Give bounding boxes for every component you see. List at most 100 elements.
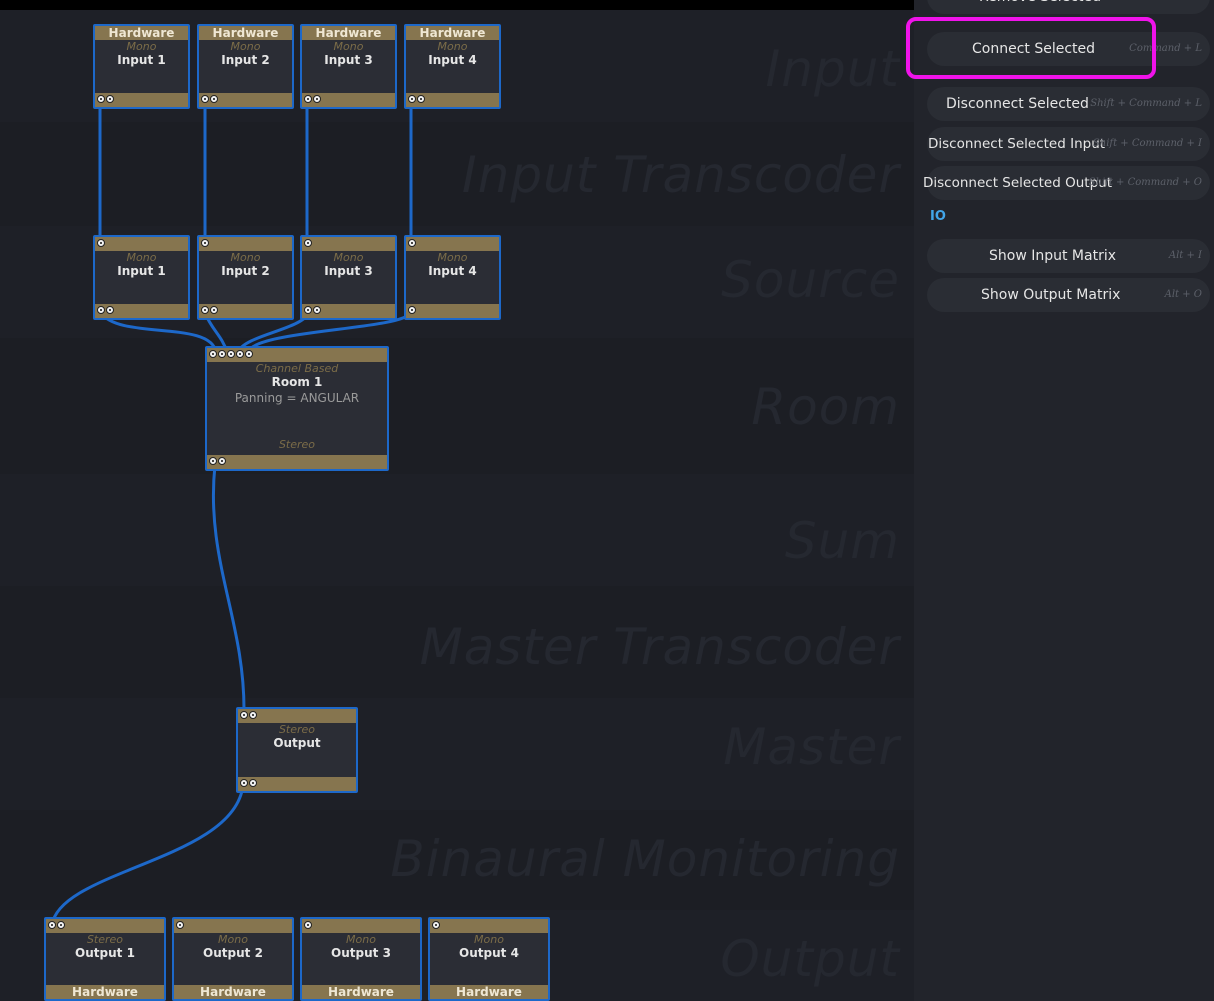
room-panning: Panning = ANGULAR bbox=[234, 391, 360, 405]
menu-shortcut: Shift + Command + L bbox=[1090, 98, 1202, 109]
room-node[interactable]: Channel Based Room 1 Panning = ANGULAR S… bbox=[205, 346, 389, 471]
output-pin[interactable] bbox=[313, 306, 321, 314]
node-footer: Hardware bbox=[430, 985, 548, 999]
output-pin[interactable] bbox=[313, 95, 321, 103]
node-footer bbox=[199, 304, 292, 318]
input-pin[interactable] bbox=[227, 350, 235, 358]
hardware-input-node-4[interactable]: Hardware Mono Input 4 bbox=[404, 24, 501, 109]
disconnect-selected-output-button[interactable]: Disconnect Selected Output Shift + Comma… bbox=[923, 166, 1210, 200]
menu-label: Disconnect Selected bbox=[946, 96, 1089, 112]
output-pin[interactable] bbox=[97, 95, 105, 103]
hardware-output-node-3[interactable]: Mono Output 3 Hardware bbox=[300, 917, 422, 1001]
menu-shortcut: Shift + Command + I bbox=[1092, 138, 1202, 149]
node-format: Mono bbox=[437, 251, 468, 264]
node-header: Hardware bbox=[406, 26, 499, 40]
menu-shortcut: Shift + Command + O bbox=[1088, 177, 1202, 188]
node-header bbox=[430, 919, 548, 933]
source-node-4[interactable]: Mono Input 4 bbox=[404, 235, 501, 320]
node-header bbox=[174, 919, 292, 933]
output-pin[interactable] bbox=[201, 95, 209, 103]
output-pin[interactable] bbox=[210, 95, 218, 103]
input-pin[interactable] bbox=[176, 921, 184, 929]
node-name: Output bbox=[273, 736, 321, 750]
menu-shortcut: Command + Delete bbox=[1103, 0, 1202, 14]
input-pin[interactable] bbox=[304, 239, 312, 247]
output-pin[interactable] bbox=[218, 457, 226, 465]
output-pin[interactable] bbox=[209, 457, 217, 465]
room-type: Channel Based bbox=[255, 362, 339, 375]
graph-canvas[interactable]: Input Input Transcoder Source Room Sum M… bbox=[0, 0, 914, 1001]
output-pin[interactable] bbox=[408, 306, 416, 314]
output-pin[interactable] bbox=[106, 95, 114, 103]
input-pin[interactable] bbox=[236, 350, 244, 358]
show-output-matrix-button[interactable]: Show Output Matrix Alt + O bbox=[927, 278, 1210, 312]
disconnect-selected-input-button[interactable]: Disconnect Selected Input Shift + Comman… bbox=[927, 127, 1210, 161]
node-footer bbox=[406, 93, 499, 107]
disconnect-selected-button[interactable]: Disconnect Selected Shift + Command + L bbox=[927, 87, 1210, 121]
menu-label: Remove Selected bbox=[979, 0, 1101, 14]
node-header: Hardware bbox=[95, 26, 188, 40]
output-pin[interactable] bbox=[210, 306, 218, 314]
master-output-node[interactable]: Stereo Output bbox=[236, 707, 358, 793]
node-footer bbox=[199, 93, 292, 107]
node-format: Mono bbox=[126, 251, 157, 264]
input-pin[interactable] bbox=[408, 239, 416, 247]
hardware-input-node-2[interactable]: Hardware Mono Input 2 bbox=[197, 24, 294, 109]
node-footer bbox=[302, 304, 395, 318]
menu-shortcut: Alt + I bbox=[1168, 250, 1202, 261]
output-pin[interactable] bbox=[249, 779, 257, 787]
hardware-input-node-3[interactable]: Hardware Mono Input 3 bbox=[300, 24, 397, 109]
input-pin[interactable] bbox=[245, 350, 253, 358]
node-header: Hardware bbox=[199, 26, 292, 40]
input-pin[interactable] bbox=[209, 350, 217, 358]
node-format: Mono bbox=[126, 40, 157, 53]
node-format: Stereo bbox=[278, 723, 316, 736]
output-pin[interactable] bbox=[408, 95, 416, 103]
node-name: Input 3 bbox=[324, 53, 373, 67]
hardware-input-node-1[interactable]: Hardware Mono Input 1 bbox=[93, 24, 190, 109]
input-pin[interactable] bbox=[240, 711, 248, 719]
show-input-matrix-button[interactable]: Show Input Matrix Alt + I bbox=[927, 239, 1210, 273]
node-header bbox=[207, 348, 387, 362]
node-name: Input 4 bbox=[428, 53, 477, 67]
node-header bbox=[406, 237, 499, 251]
node-format: Stereo bbox=[86, 933, 124, 946]
hardware-output-node-1[interactable]: Stereo Output 1 Hardware bbox=[44, 917, 166, 1001]
node-name: Input 2 bbox=[221, 53, 270, 67]
output-pin[interactable] bbox=[304, 95, 312, 103]
menu-label: Disconnect Selected Input bbox=[928, 136, 1106, 152]
node-footer: Hardware bbox=[174, 985, 292, 999]
connect-selected-button[interactable]: Connect Selected Command + L bbox=[927, 32, 1210, 66]
node-name: Input 1 bbox=[117, 264, 166, 278]
input-pin[interactable] bbox=[97, 239, 105, 247]
node-format: Mono bbox=[333, 40, 364, 53]
input-pin[interactable] bbox=[304, 921, 312, 929]
input-pin[interactable] bbox=[57, 921, 65, 929]
node-header bbox=[46, 919, 164, 933]
node-format: Mono bbox=[437, 40, 468, 53]
input-pin[interactable] bbox=[432, 921, 440, 929]
input-pin[interactable] bbox=[249, 711, 257, 719]
output-pin[interactable] bbox=[304, 306, 312, 314]
hardware-output-node-4[interactable]: Mono Output 4 Hardware bbox=[428, 917, 550, 1001]
output-pin[interactable] bbox=[97, 306, 105, 314]
remove-selected-button[interactable]: Remove Selected Command + Delete bbox=[927, 0, 1210, 14]
node-name: Input 2 bbox=[221, 264, 270, 278]
hardware-output-node-2[interactable]: Mono Output 2 Hardware bbox=[172, 917, 294, 1001]
menu-shortcut: Alt + O bbox=[1164, 289, 1202, 300]
node-footer: Hardware bbox=[46, 985, 164, 999]
input-pin[interactable] bbox=[48, 921, 56, 929]
node-name: Input 3 bbox=[324, 264, 373, 278]
input-pin[interactable] bbox=[218, 350, 226, 358]
source-node-2[interactable]: Mono Input 2 bbox=[197, 235, 294, 320]
output-pin[interactable] bbox=[201, 306, 209, 314]
connection-wires bbox=[50, 104, 413, 926]
source-node-3[interactable]: Mono Input 3 bbox=[300, 235, 397, 320]
output-pin[interactable] bbox=[417, 95, 425, 103]
output-pin[interactable] bbox=[106, 306, 114, 314]
source-node-1[interactable]: Mono Input 1 bbox=[93, 235, 190, 320]
input-pin[interactable] bbox=[201, 239, 209, 247]
menu-label: Show Output Matrix bbox=[981, 287, 1121, 303]
node-header bbox=[238, 709, 356, 723]
output-pin[interactable] bbox=[240, 779, 248, 787]
